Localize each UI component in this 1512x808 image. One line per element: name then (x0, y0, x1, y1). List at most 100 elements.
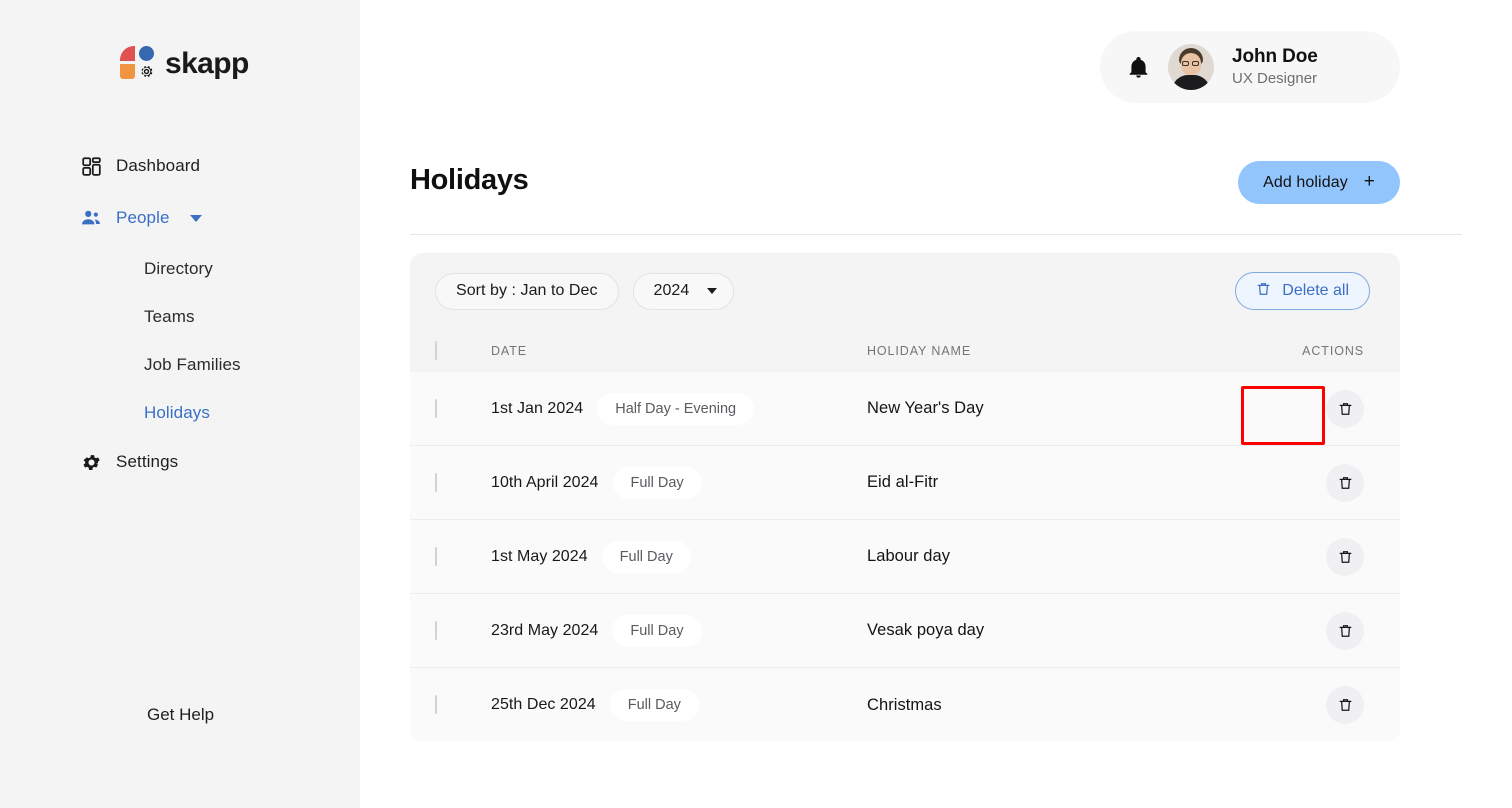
skapp-logo-icon (120, 46, 156, 82)
trash-icon (1338, 475, 1353, 491)
row-actions-cell (1285, 538, 1400, 576)
sidebar-item-settings[interactable]: Settings (0, 444, 360, 480)
user-profile-bar[interactable]: John Doe UX Designer (1100, 31, 1400, 103)
gear-icon (80, 451, 102, 473)
row-date: 10th April 2024 (491, 474, 599, 492)
column-header-actions: ACTIONS (1285, 344, 1400, 358)
chevron-down-icon (707, 288, 717, 294)
row-date-cell: 23rd May 2024 Full Day (465, 615, 855, 647)
brand-logo[interactable]: skapp (120, 46, 249, 82)
row-select-cell (435, 474, 465, 492)
row-holiday-name: Vesak poya day (867, 621, 984, 639)
plus-icon: + (1364, 172, 1375, 191)
sidebar-subitem-label: Teams (144, 307, 195, 327)
add-holiday-button[interactable]: Add holiday + (1238, 161, 1400, 204)
row-actions-cell (1285, 464, 1400, 502)
row-checkbox[interactable] (435, 695, 437, 714)
row-checkbox[interactable] (435, 473, 437, 492)
row-name-cell: New Year's Day (855, 399, 1285, 418)
row-holiday-name: Labour day (867, 547, 950, 565)
trash-icon (1338, 401, 1353, 417)
row-date-cell: 10th April 2024 Full Day (465, 467, 855, 499)
row-actions-cell (1285, 390, 1400, 428)
avatar-body (1172, 75, 1210, 90)
logo-shape-red (120, 46, 135, 61)
column-header-date: DATE (465, 344, 855, 358)
row-checkbox[interactable] (435, 399, 437, 418)
row-select-cell (435, 548, 465, 566)
row-checkbox[interactable] (435, 621, 437, 640)
sidebar-item-teams[interactable]: Teams (0, 300, 360, 334)
table-header-row: DATE HOLIDAY NAME ACTIONS (410, 329, 1400, 372)
add-holiday-label: Add holiday (1263, 174, 1348, 192)
avatar (1168, 44, 1214, 90)
row-duration-badge: Full Day (610, 689, 699, 721)
user-info: John Doe UX Designer (1232, 46, 1318, 87)
delete-all-button[interactable]: Delete all (1235, 272, 1370, 310)
bell-icon[interactable] (1126, 54, 1150, 80)
delete-row-button[interactable] (1326, 612, 1364, 650)
row-duration-badge: Half Day - Evening (597, 393, 754, 425)
table-row: 25th Dec 2024 Full Day Christmas (410, 668, 1400, 742)
get-help-link[interactable]: Get Help (147, 705, 214, 725)
trash-icon (1338, 549, 1353, 565)
sort-by-label: Sort by : Jan to Dec (456, 282, 598, 300)
sidebar-subitem-label: Job Families (144, 355, 241, 375)
page-title: Holidays (410, 164, 528, 197)
row-select-cell (435, 622, 465, 640)
user-role: UX Designer (1232, 70, 1318, 87)
sort-by-button[interactable]: Sort by : Jan to Dec (435, 273, 619, 310)
row-date-cell: 1st May 2024 Full Day (465, 541, 855, 573)
user-name: John Doe (1232, 46, 1318, 68)
logo-shape-orange-square (120, 64, 135, 79)
sidebar-item-holidays[interactable]: Holidays (0, 396, 360, 430)
chevron-down-icon[interactable] (190, 215, 202, 222)
select-all-checkbox[interactable] (435, 341, 437, 360)
sidebar-item-dashboard[interactable]: Dashboard (0, 148, 360, 184)
sidebar-subitem-label: Directory (144, 259, 213, 279)
delete-all-label: Delete all (1282, 282, 1349, 300)
row-checkbox[interactable] (435, 547, 437, 566)
header-divider (410, 234, 1462, 235)
sidebar-item-people[interactable]: People (0, 200, 360, 236)
trash-icon (1338, 623, 1353, 639)
row-holiday-name: New Year's Day (867, 399, 984, 417)
row-date-cell: 25th Dec 2024 Full Day (465, 689, 855, 721)
row-actions-cell (1285, 686, 1400, 724)
sidebar-item-directory[interactable]: Directory (0, 252, 360, 286)
logo-gear-icon (138, 63, 155, 80)
row-select-cell (435, 696, 465, 714)
logo-shape-blue-circle (139, 46, 154, 61)
holidays-table-card: Sort by : Jan to Dec 2024 Delete all (410, 253, 1400, 742)
row-name-cell: Vesak poya day (855, 621, 1285, 640)
row-name-cell: Christmas (855, 696, 1285, 715)
trash-icon (1256, 281, 1271, 302)
delete-row-button[interactable] (1326, 686, 1364, 724)
people-icon (80, 207, 102, 229)
avatar-glasses-left (1182, 61, 1189, 66)
row-actions-cell (1285, 612, 1400, 650)
select-all-cell (435, 342, 465, 360)
table-row: 23rd May 2024 Full Day Vesak poya day (410, 594, 1400, 668)
row-duration-badge: Full Day (602, 541, 691, 573)
delete-row-button[interactable] (1326, 464, 1364, 502)
row-duration-badge: Full Day (612, 615, 701, 647)
sidebar: skapp Dashboard (0, 0, 360, 808)
delete-row-button[interactable] (1326, 390, 1364, 428)
row-name-cell: Labour day (855, 547, 1285, 566)
sidebar-item-label: Dashboard (116, 156, 200, 176)
app-root: skapp Dashboard (0, 0, 1512, 808)
row-date: 1st May 2024 (491, 548, 588, 566)
delete-row-button[interactable] (1326, 538, 1364, 576)
row-date: 23rd May 2024 (491, 622, 598, 640)
sidebar-item-label: Settings (116, 452, 178, 472)
sidebar-subnav-people: Directory Teams Job Families Holidays (0, 252, 360, 430)
year-select[interactable]: 2024 (633, 273, 735, 310)
column-header-holiday-name: HOLIDAY NAME (855, 344, 1285, 358)
row-duration-badge: Full Day (613, 467, 702, 499)
avatar-glasses-right (1192, 61, 1199, 66)
sidebar-item-job-families[interactable]: Job Families (0, 348, 360, 382)
table-toolbar: Sort by : Jan to Dec 2024 Delete all (410, 253, 1400, 329)
row-holiday-name: Christmas (867, 696, 942, 714)
row-date: 1st Jan 2024 (491, 400, 583, 418)
